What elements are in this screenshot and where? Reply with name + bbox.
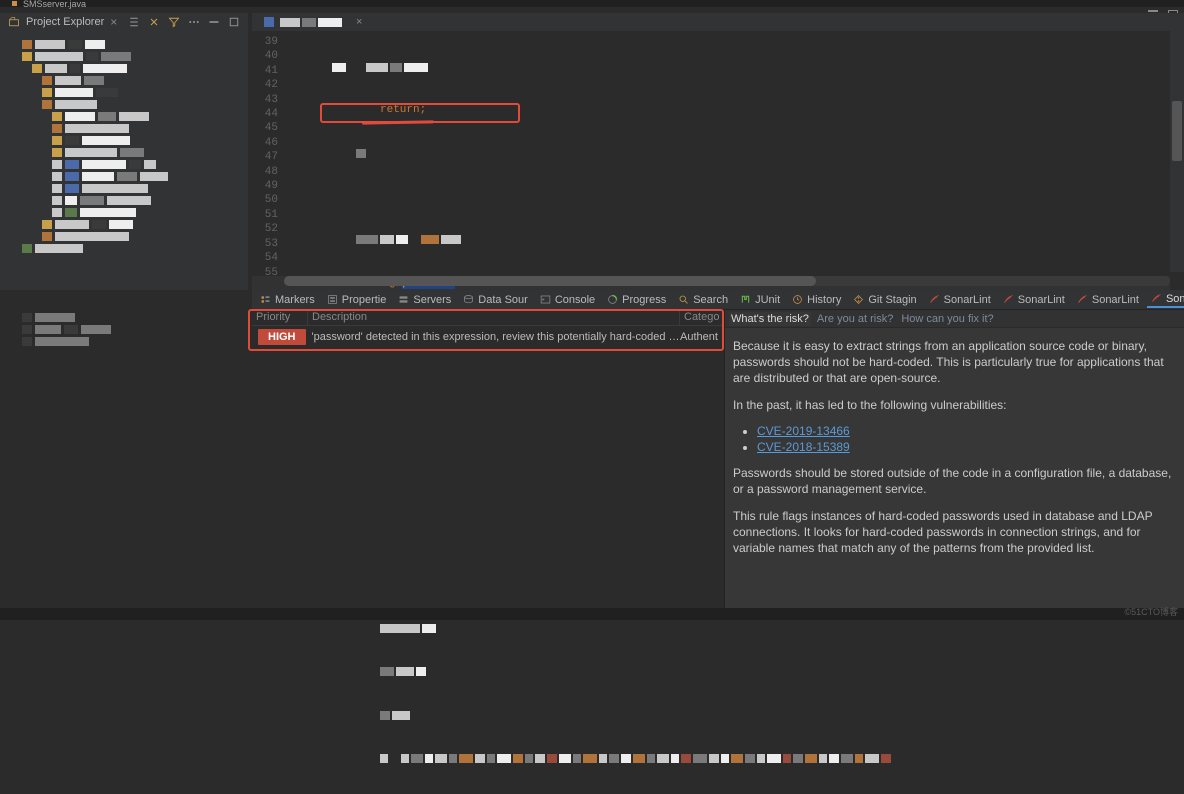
minimize-view-icon[interactable] (208, 16, 220, 28)
title-bar: SMSserver.java (0, 0, 1184, 7)
bottom-tab-sonarlint[interactable]: SonarLint (999, 294, 1069, 306)
project-tree[interactable] (0, 31, 248, 290)
col-description: Description (308, 310, 680, 325)
explorer-toolbar (128, 16, 240, 28)
status-bar (0, 608, 1184, 620)
watermark: ©51CTO博客 (1125, 605, 1178, 618)
line-gutter: 3940414243444546474849505152535455 (252, 31, 284, 272)
bottom-tab-progress[interactable]: Progress (603, 294, 670, 306)
rule-paragraph: This rule flags instances of hard-coded … (733, 508, 1176, 557)
bottom-tab-markers[interactable]: Markers (256, 294, 319, 306)
bottom-tab-data-sour[interactable]: Data Sour (459, 294, 532, 306)
bottom-tab-junit[interactable]: JUnit (736, 294, 784, 306)
minimize-icon[interactable] (1148, 10, 1158, 12)
explorer-tab-label: Project Explorer (26, 16, 104, 28)
close-icon[interactable]: × (356, 16, 362, 28)
explorer-tabrow: Project Explorer × (0, 13, 248, 31)
scrollbar-thumb[interactable] (284, 276, 816, 286)
editor-horizontal-scrollbar[interactable] (284, 276, 1170, 286)
tab-how-fix[interactable]: How can you fix it? (899, 312, 995, 326)
tab-are-you-at-risk[interactable]: Are you at risk? (815, 312, 895, 326)
java-file-icon (12, 1, 17, 6)
bottom-tab-sonarlint[interactable]: SonarLint (925, 294, 995, 306)
bottom-tab-sonarlint[interactable]: SonarLint (1073, 294, 1143, 306)
col-category: Catego (680, 310, 724, 325)
rule-subtabs: What's the risk? Are you at risk? How ca… (725, 310, 1184, 328)
project-explorer-icon (8, 16, 20, 28)
java-file-icon (264, 17, 274, 27)
file-name-hint: SMSserver.java (23, 0, 86, 9)
project-explorer: Project Explorer × (0, 13, 248, 290)
bottom-panel: Markers PropertieServers Data Sour Console P… (252, 290, 1184, 608)
issues-header: Priority Description Catego (252, 310, 724, 326)
bottom-tab-propertie[interactable]: Propertie (323, 294, 391, 306)
bottom-tabstrip: Markers PropertieServers Data Sour Console P… (252, 290, 1184, 310)
severity-badge: HIGH (258, 329, 306, 345)
tab-whats-the-risk[interactable]: What's the risk? (729, 312, 811, 326)
bottom-tab-git-stagin[interactable]: Git Stagin (849, 294, 920, 306)
rule-paragraph: Passwords should be stored outside of th… (733, 465, 1176, 497)
editor-tab[interactable]: × (258, 13, 368, 31)
bottom-tab-history[interactable]: History (788, 294, 845, 306)
col-priority: Priority (252, 310, 308, 325)
close-icon[interactable]: × (110, 15, 117, 29)
editor-tabs: × (252, 13, 1184, 31)
cve-link[interactable]: CVE-2019-13466 (757, 424, 850, 438)
editor-vertical-scrollbar[interactable] (1170, 31, 1184, 272)
bottom-tab-console[interactable]: Console (536, 294, 599, 306)
explorer-lower-blank (0, 290, 248, 608)
issues-table[interactable]: Priority Description Catego HIGH 'passwo… (252, 310, 724, 608)
filter-icon[interactable] (168, 16, 180, 28)
code-area[interactable]: return; String password = (); . try { 式 (284, 31, 1170, 272)
cve-link[interactable]: CVE-2018-15389 (757, 440, 850, 454)
bottom-tab-search[interactable]: Search (674, 294, 732, 306)
cve-list: CVE-2019-13466 CVE-2018-15389 (757, 423, 1176, 455)
return-keyword: return; (380, 103, 426, 117)
bottom-tab-sonarlint[interactable]: SonarLint× (1147, 292, 1184, 308)
rule-description: What's the risk? Are you at risk? How ca… (724, 310, 1184, 608)
maximize-view-icon[interactable] (228, 16, 240, 28)
view-menu-icon[interactable] (188, 16, 200, 28)
rule-paragraph: In the past, it has led to the following… (733, 397, 1176, 413)
issue-description: 'password' detected in this expression, … (312, 331, 681, 343)
issue-row[interactable]: HIGH 'password' detected in this express… (252, 326, 724, 348)
rule-paragraph: Because it is easy to extract strings fr… (733, 338, 1176, 387)
code-editor[interactable]: × 3940414243444546474849505152535455 ret… (252, 13, 1184, 290)
rule-content[interactable]: Because it is easy to extract strings fr… (725, 328, 1184, 576)
link-editor-icon[interactable] (148, 16, 160, 28)
issue-category: Authent (680, 331, 724, 343)
scrollbar-thumb[interactable] (1172, 101, 1182, 161)
bottom-tab-servers[interactable]: Servers (394, 294, 455, 306)
collapse-all-icon[interactable] (128, 16, 140, 28)
